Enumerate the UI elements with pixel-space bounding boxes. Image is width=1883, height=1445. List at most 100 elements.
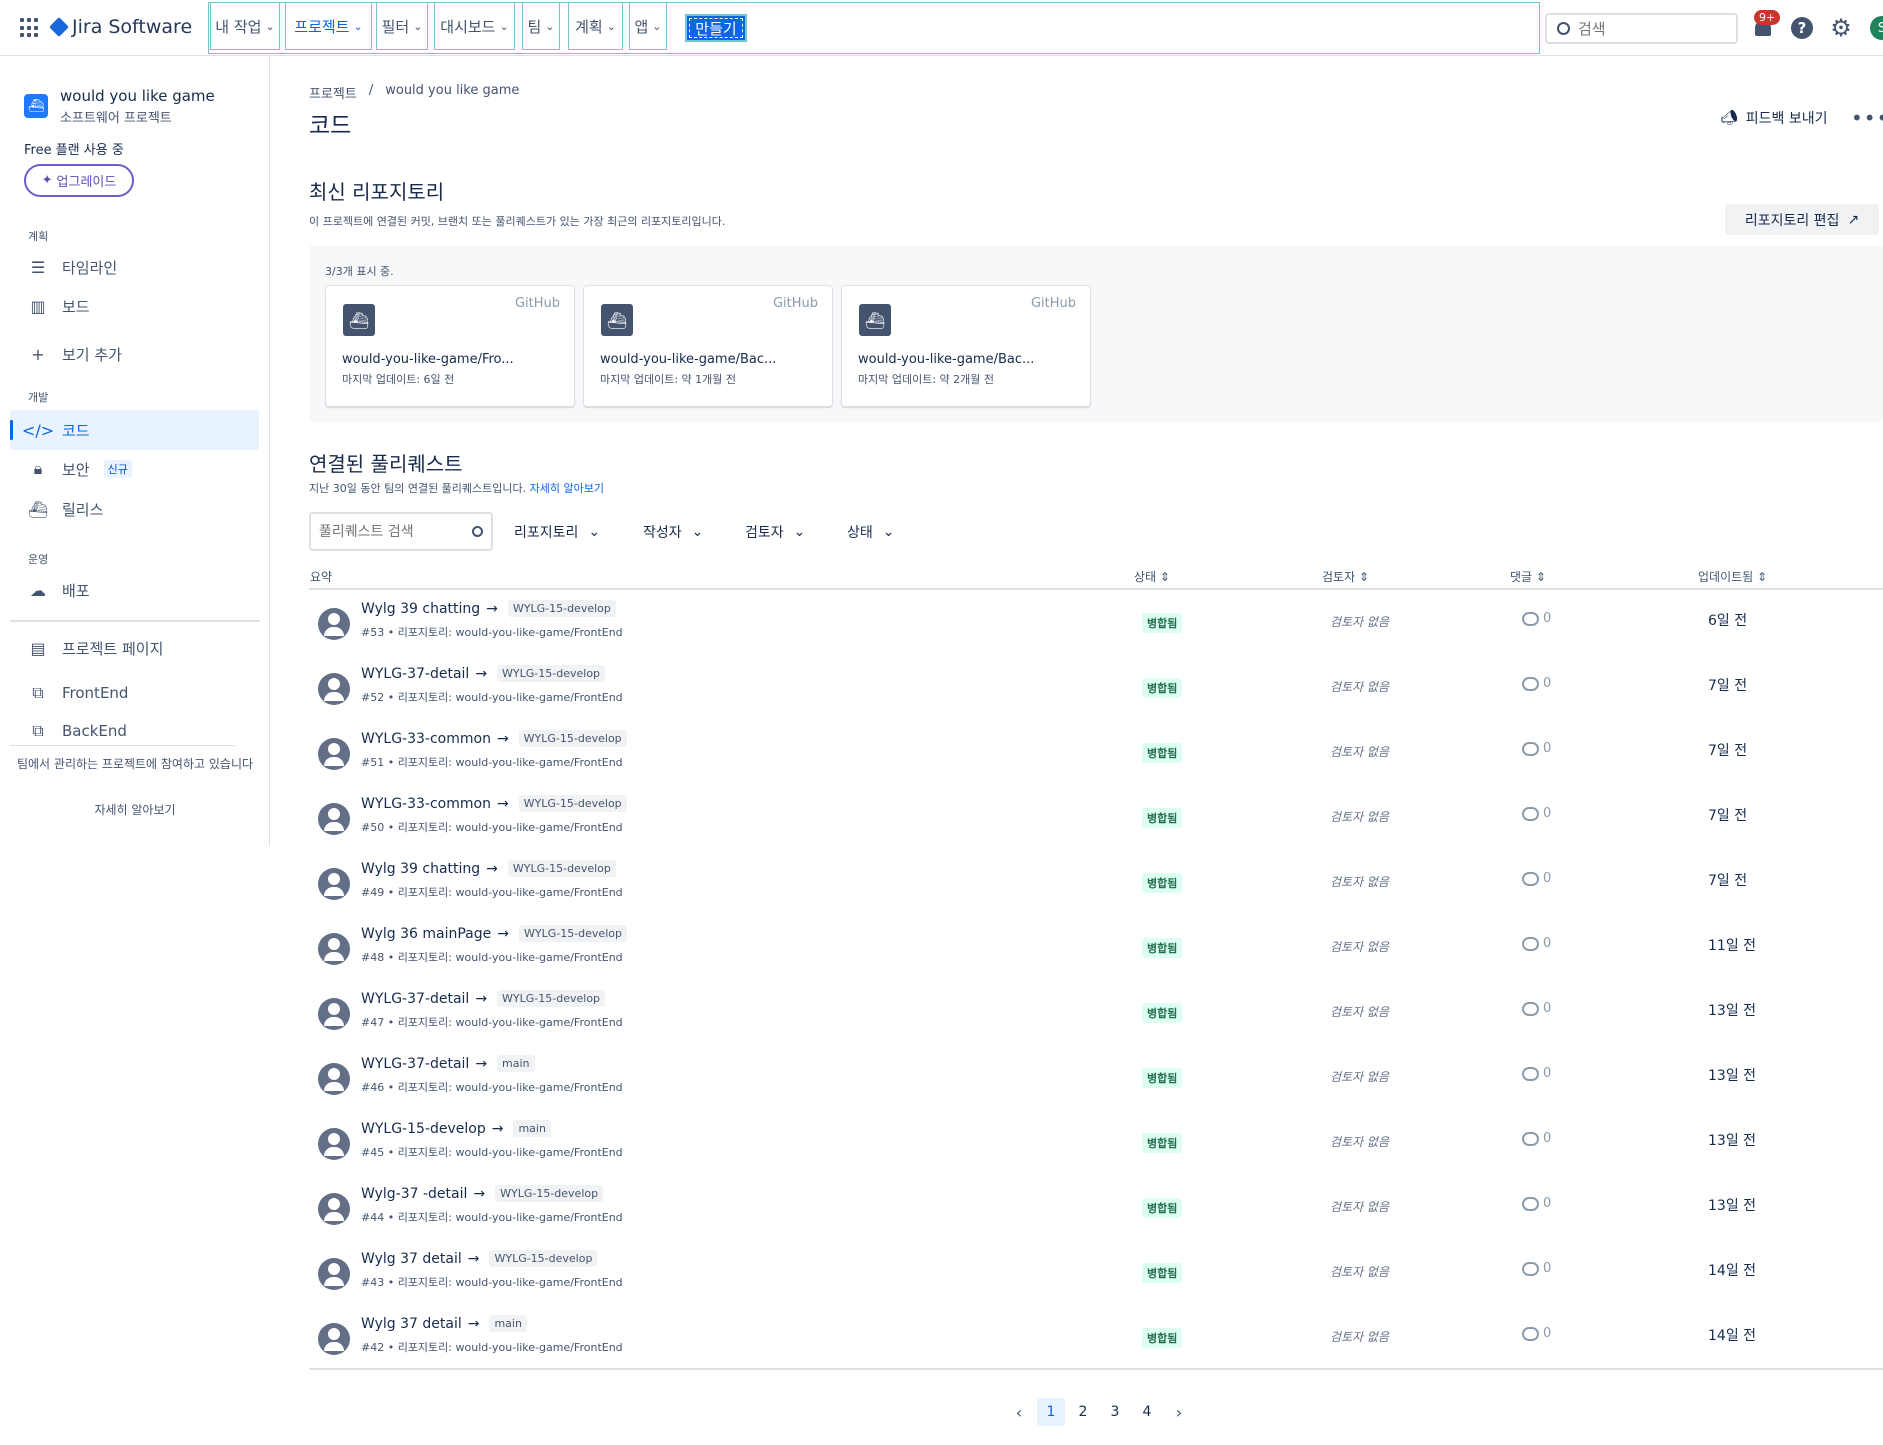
column-header-reviewer[interactable]: 검토자 ⇕	[1322, 568, 1369, 585]
pr-search-input[interactable]	[319, 523, 459, 540]
pr-title[interactable]: Wylg 37 detail	[361, 1251, 462, 1267]
learn-more-link[interactable]: 자세히 알아보기	[10, 801, 260, 818]
nav-filters[interactable]: 필터 ⌄	[376, 2, 428, 50]
nav-plans[interactable]: 계획 ⌄	[568, 2, 623, 50]
pr-title[interactable]: WYLG-37-detail	[361, 991, 469, 1007]
breadcrumb-projects[interactable]: 프로젝트	[309, 83, 357, 102]
reviewer-value: 검토자 없음	[1330, 1005, 1390, 1019]
settings-button[interactable]: ⚙	[1829, 16, 1853, 40]
nav-projects[interactable]: 프로젝트 ⌄	[285, 2, 372, 50]
updated-value: 7일 전	[1708, 808, 1748, 824]
column-label: 상태	[1134, 570, 1157, 584]
feedback-button[interactable]: 📣︎ 피드백 보내기	[1720, 108, 1828, 128]
edit-repos-button[interactable]: 리포지토리 편집 ↗	[1725, 204, 1879, 235]
table-row[interactable]: WYLG-15-develop → main #45 • 리포지토리: woul…	[309, 1110, 1883, 1175]
project-name[interactable]: would you like game	[60, 87, 215, 105]
logo-text: Jira Software	[72, 16, 193, 38]
pr-meta: #52 • 리포지토리: would-you-like-game/FrontEn…	[361, 691, 623, 704]
page-button[interactable]: 2	[1069, 1398, 1097, 1426]
jira-logo[interactable]: Jira Software	[49, 16, 193, 38]
pr-title[interactable]: WYLG-33-common	[361, 731, 491, 747]
sidebar-item-add-view[interactable]: + 보기 추가	[10, 334, 259, 374]
filter-author[interactable]: 작성자 ⌄	[643, 520, 703, 544]
sidebar-item-security[interactable]: 🔒︎ 보안 신규	[10, 449, 259, 489]
repo-updated: 마지막 업데이트: 6일 전	[342, 373, 455, 386]
target-branch: WYLG-15-develop	[518, 795, 627, 812]
table-row[interactable]: Wylg 36 mainPage → WYLG-15-develop #48 •…	[309, 915, 1883, 980]
comments-cell: 0	[1522, 1066, 1551, 1081]
next-page-icon[interactable]: ›	[1165, 1398, 1193, 1426]
table-row[interactable]: Wylg 37 detail → main #42 • 리포지토리: would…	[309, 1305, 1883, 1370]
pr-title[interactable]: WYLG-15-develop	[361, 1121, 486, 1137]
page-button[interactable]: 4	[1133, 1398, 1161, 1426]
filter-label: 검토자	[745, 525, 784, 541]
app-switcher-icon[interactable]	[20, 18, 40, 38]
sidebar-item-frontend[interactable]: ⧉ FrontEnd	[10, 673, 259, 713]
table-row[interactable]: Wylg 37 detail → WYLG-15-develop #43 • 리…	[309, 1240, 1883, 1305]
nav-my-work[interactable]: 내 작업 ⌄	[210, 2, 280, 50]
section-label-plan: 계획	[28, 230, 49, 243]
breadcrumb: 프로젝트 / would you like game	[309, 83, 519, 102]
pr-title[interactable]: Wylg-37 -detail	[361, 1186, 467, 1202]
status-badge: 병합됨	[1142, 1263, 1183, 1283]
table-row[interactable]: Wylg-37 -detail → WYLG-15-develop #44 • …	[309, 1175, 1883, 1240]
sidebar-item-releases[interactable]: ⛴ 릴리스	[10, 489, 259, 529]
table-row[interactable]: WYLG-37-detail → WYLG-15-develop #52 • 리…	[309, 655, 1883, 720]
nav-dashboards[interactable]: 대시보드 ⌄	[434, 2, 515, 50]
learn-more-link[interactable]: 자세히 알아보기	[530, 482, 604, 495]
global-search[interactable]	[1545, 13, 1738, 44]
create-button[interactable]: 만들기	[685, 14, 747, 42]
breadcrumb-project[interactable]: would you like game	[385, 83, 519, 102]
table-row[interactable]: WYLG-37-detail → main #46 • 리포지토리: would…	[309, 1045, 1883, 1110]
pr-title[interactable]: Wylg 36 mainPage	[361, 926, 491, 942]
table-row[interactable]: WYLG-33-common → WYLG-15-develop #51 • 리…	[309, 720, 1883, 785]
filter-reviewer[interactable]: 검토자 ⌄	[745, 520, 805, 544]
column-header-status[interactable]: 상태 ⇕	[1134, 568, 1170, 585]
repo-source: GitHub	[514, 296, 560, 311]
filter-repository[interactable]: 리포지토리 ⌄	[514, 520, 600, 544]
search-input[interactable]	[1578, 19, 1718, 38]
pr-search[interactable]	[309, 512, 493, 551]
pr-title[interactable]: WYLG-33-common	[361, 796, 491, 812]
nav-apps[interactable]: 앱 ⌄	[629, 2, 667, 50]
prev-page-icon[interactable]: ‹	[1005, 1398, 1033, 1426]
filter-status[interactable]: 상태 ⌄	[847, 520, 895, 544]
pr-title[interactable]: WYLG-37-detail	[361, 666, 469, 682]
arrow-right-icon: →	[475, 665, 488, 682]
pr-title[interactable]: WYLG-37-detail	[361, 1056, 469, 1072]
board-icon: ▥	[30, 296, 46, 316]
repo-card[interactable]: GitHub ⛴ would-you-like-game/Bac... 마지막 …	[841, 285, 1091, 407]
author-avatar	[318, 608, 350, 640]
sidebar-item-backend[interactable]: ⧉ BackEnd	[10, 718, 259, 744]
arrow-right-icon: →	[467, 1250, 480, 1267]
repo-card[interactable]: GitHub ⛴ would-you-like-game/Fro... 마지막 …	[325, 285, 575, 407]
table-row[interactable]: Wylg 39 chatting → WYLG-15-develop #53 •…	[309, 590, 1883, 655]
nav-teams[interactable]: 팀 ⌄	[522, 2, 560, 50]
column-header-updated[interactable]: 업데이트됨 ⇕	[1698, 568, 1767, 585]
column-header-comments[interactable]: 댓글 ⇕	[1510, 568, 1546, 585]
table-row[interactable]: Wylg 39 chatting → WYLG-15-develop #49 •…	[309, 850, 1883, 915]
user-avatar[interactable]: S	[1870, 16, 1883, 40]
upgrade-button[interactable]: ✦ 업그레이드	[24, 164, 134, 197]
author-avatar	[318, 1128, 350, 1160]
sidebar-item-board[interactable]: ▥ 보드	[10, 286, 259, 326]
sidebar-item-project-pages[interactable]: ▤ 프로젝트 페이지	[10, 628, 259, 668]
page-button[interactable]: 3	[1101, 1398, 1129, 1426]
pr-title[interactable]: Wylg 39 chatting	[361, 601, 480, 617]
pr-title-line: WYLG-15-develop → main	[361, 1120, 551, 1137]
sidebar-item-code[interactable]: </> 코드	[10, 410, 259, 450]
sidebar-item-timeline[interactable]: ☰ 타임라인	[10, 247, 259, 287]
pr-title[interactable]: Wylg 37 detail	[361, 1316, 462, 1332]
help-button[interactable]: ?	[1790, 16, 1814, 40]
table-row[interactable]: WYLG-33-common → WYLG-15-develop #50 • 리…	[309, 785, 1883, 850]
pr-title[interactable]: Wylg 39 chatting	[361, 861, 480, 877]
reviewer-value: 검토자 없음	[1330, 745, 1390, 759]
table-row[interactable]: WYLG-37-detail → WYLG-15-develop #47 • 리…	[309, 980, 1883, 1045]
sidebar: ⛴ would you like game 소프트웨어 프로젝트 Free 플랜…	[0, 56, 270, 846]
sidebar-item-deploy[interactable]: ☁ 배포	[10, 570, 259, 610]
repo-card[interactable]: GitHub ⛴ would-you-like-game/Bac... 마지막 …	[583, 285, 833, 407]
more-actions-icon[interactable]: •••	[1851, 106, 1883, 130]
pagination: ‹ 1 2 3 4 ›	[1005, 1398, 1193, 1426]
page-button[interactable]: 1	[1037, 1398, 1065, 1426]
comment-icon	[1522, 1131, 1539, 1146]
